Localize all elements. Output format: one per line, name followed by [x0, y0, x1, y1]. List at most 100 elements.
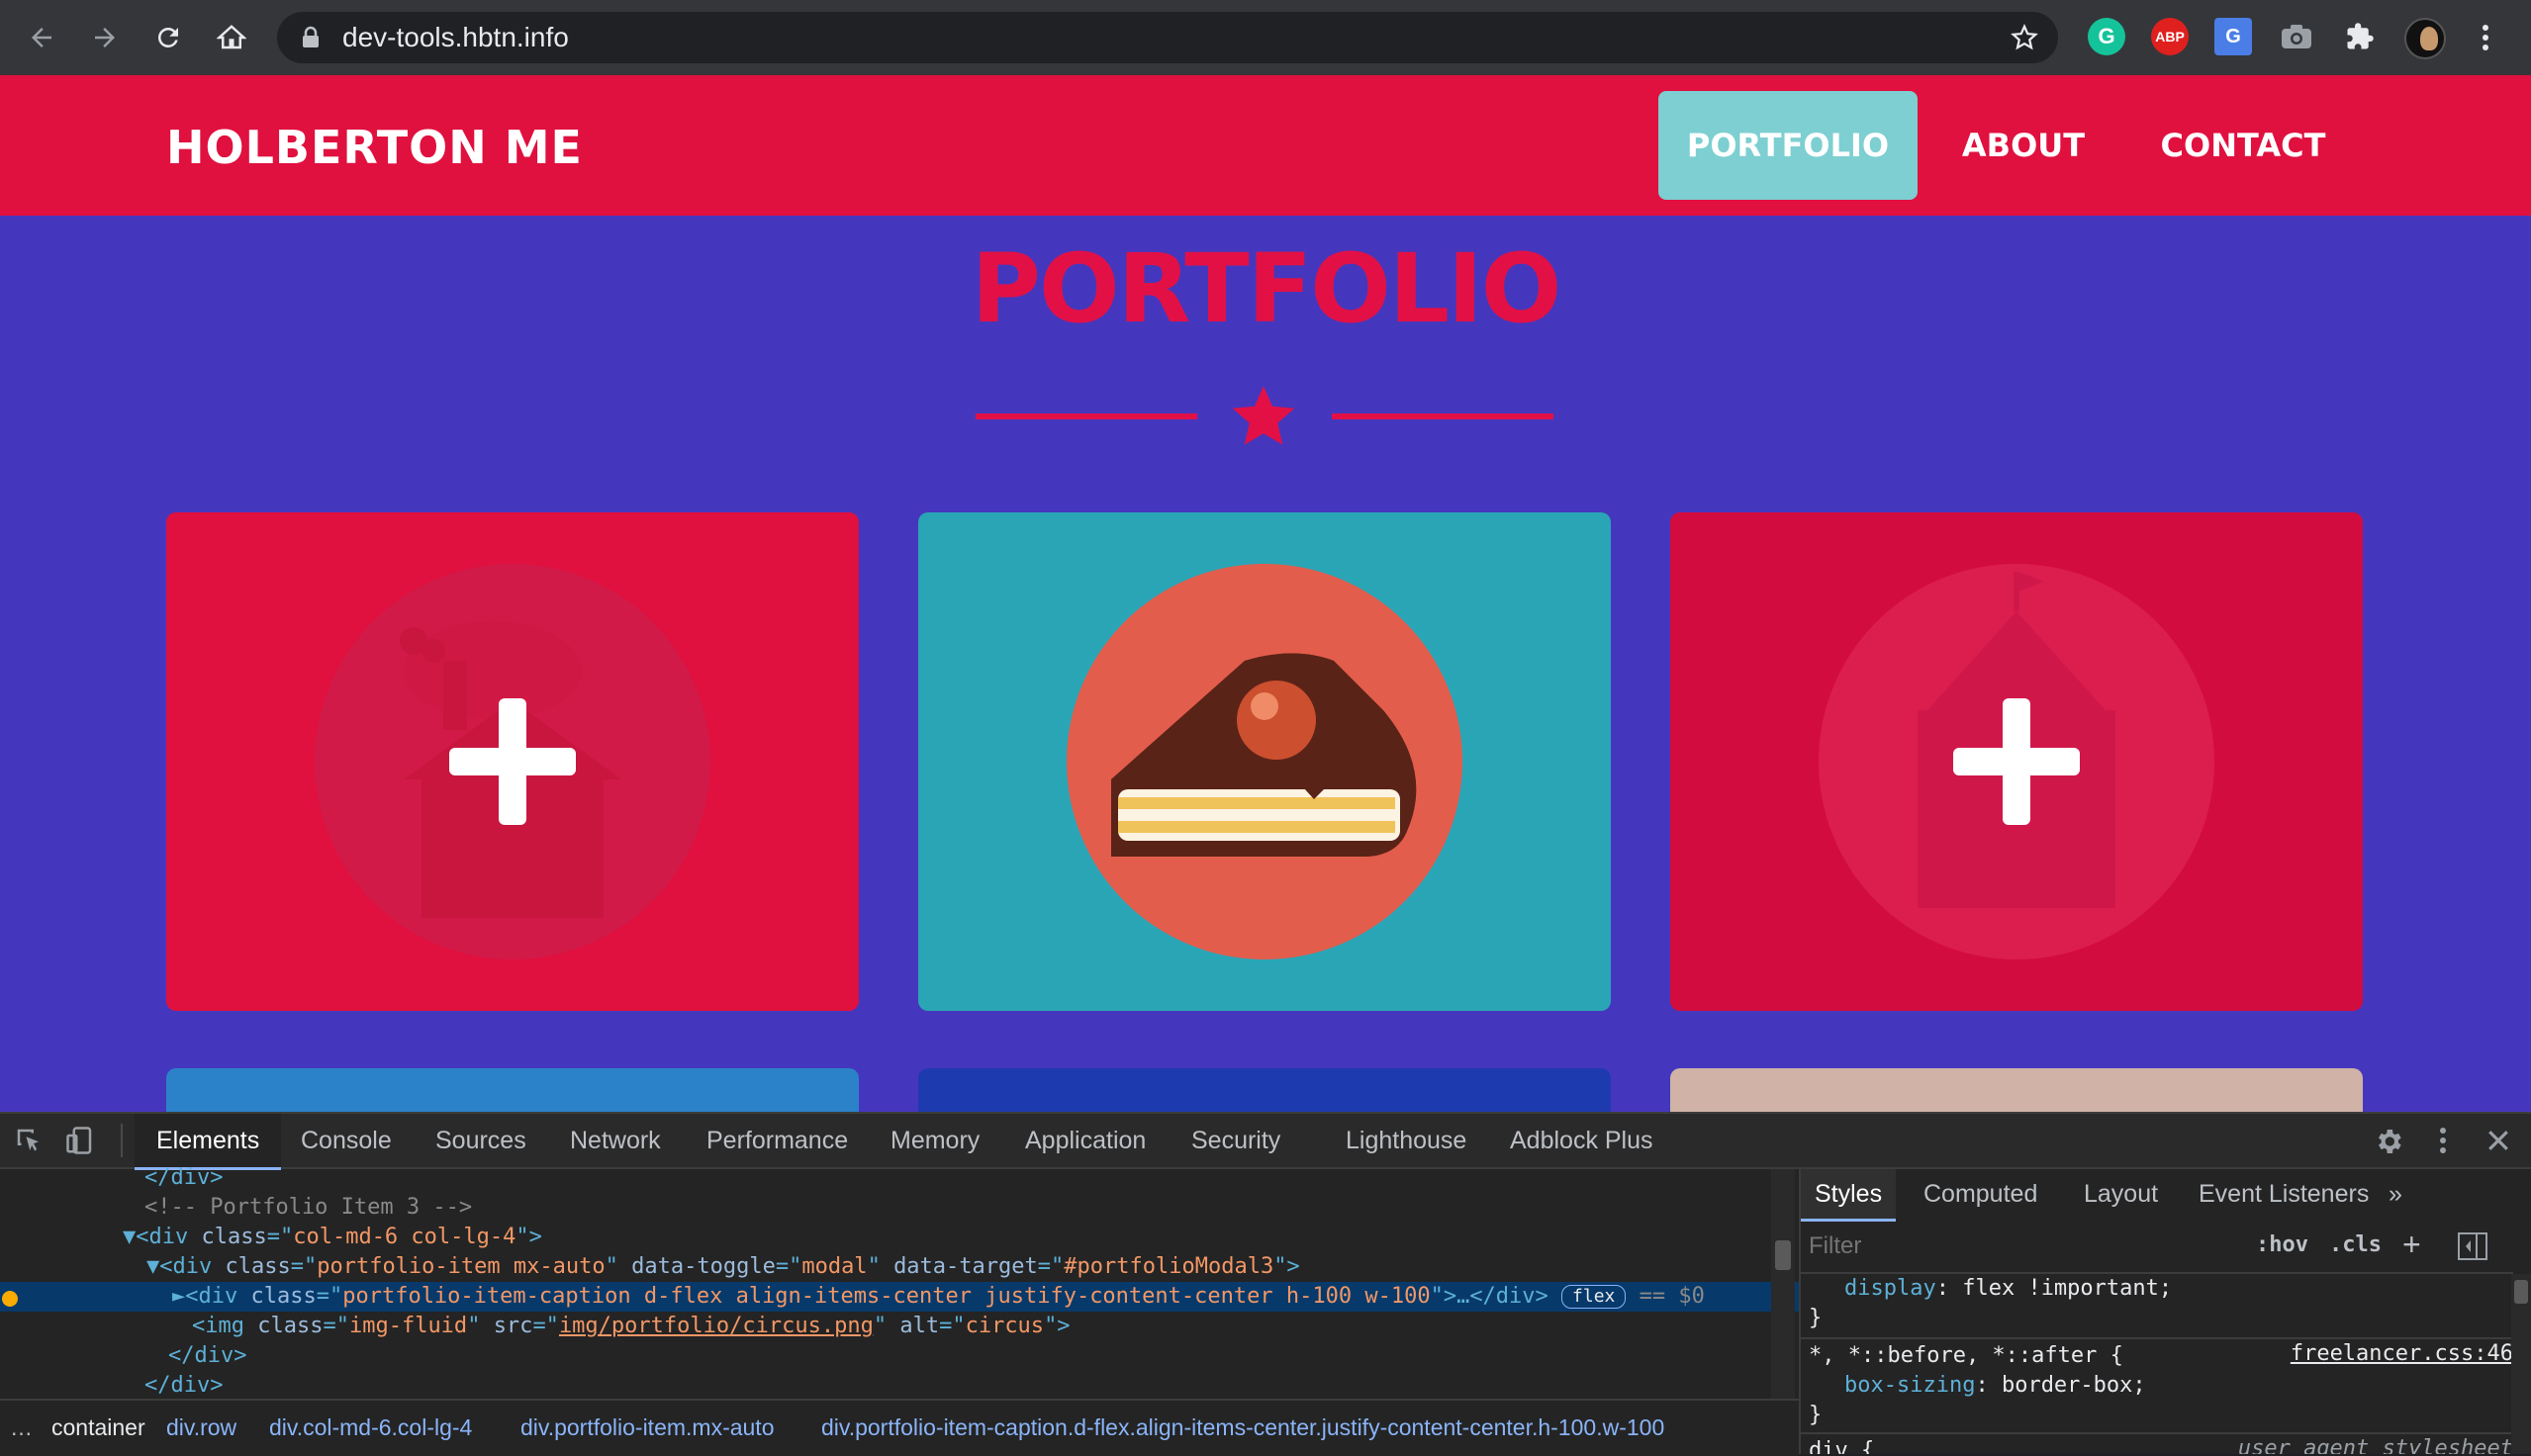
- dom-node-portfolio-item[interactable]: ▼<div class="portfolio-item mx-auto" dat…: [0, 1252, 1918, 1282]
- breadcrumb-row[interactable]: div.row: [166, 1414, 236, 1441]
- devtools-toolbar: Elements Console Sources Network Perform…: [0, 1114, 2531, 1170]
- star-icon: [1232, 386, 1295, 445]
- rule-divider: [1801, 1432, 2513, 1434]
- portfolio-item-5[interactable]: [918, 1068, 1611, 1112]
- breadcrumb-ellipsis[interactable]: …: [10, 1414, 33, 1441]
- scrollbar-thumb[interactable]: [1775, 1240, 1791, 1270]
- lock-icon: [303, 26, 319, 47]
- adblock-plus-icon[interactable]: ABP: [2151, 18, 2189, 55]
- nav-link-about[interactable]: ABOUT: [1939, 91, 2108, 200]
- tab-adblock-plus[interactable]: Adblock Plus: [1488, 1114, 1675, 1167]
- stylesheet-link[interactable]: freelancer.css:46: [2291, 1341, 2513, 1366]
- reload-button[interactable]: [146, 16, 190, 59]
- breadcrumb-caption[interactable]: div.portfolio-item-caption.d-flex.align-…: [821, 1414, 1771, 1441]
- tab-sources[interactable]: Sources: [414, 1114, 548, 1167]
- star-outline-icon: [2011, 23, 2038, 50]
- nav-link-portfolio[interactable]: PORTFOLIO: [1658, 91, 1918, 200]
- portfolio-item-circus[interactable]: [1670, 512, 2363, 1011]
- scrollbar-thumb[interactable]: [2514, 1280, 2528, 1304]
- styles-filter-input[interactable]: [1807, 1228, 2226, 1264]
- portfolio-item-4[interactable]: [166, 1068, 859, 1112]
- plus-icon: [449, 698, 576, 825]
- gear-icon[interactable]: [2373, 1126, 2404, 1162]
- more-tabs-button[interactable]: »: [2375, 1169, 2416, 1219]
- tab-event-listeners[interactable]: Event Listeners: [2185, 1169, 2383, 1219]
- nav-link-contact[interactable]: CONTACT: [2137, 91, 2349, 200]
- dom-node-img[interactable]: <img class="img-fluid" src="img/portfoli…: [0, 1312, 1963, 1341]
- tab-lighthouse[interactable]: Lighthouse: [1324, 1114, 1488, 1167]
- breadcrumb-container[interactable]: container: [51, 1414, 145, 1441]
- flex-badge[interactable]: flex: [1561, 1285, 1627, 1309]
- grammarly-icon[interactable]: G: [2088, 18, 2125, 55]
- dom-node-close[interactable]: </div>: [0, 1163, 1916, 1193]
- close-icon[interactable]: [2484, 1126, 2513, 1160]
- style-rule-box-sizing[interactable]: box-sizing: border-box;: [1801, 1371, 2531, 1401]
- devtools-panel: Elements Console Sources Network Perform…: [0, 1112, 2531, 1456]
- section-title: PORTFOLIO: [971, 233, 1562, 344]
- dom-node-close[interactable]: </div>: [0, 1341, 1939, 1371]
- google-translate-icon[interactable]: G: [2214, 18, 2252, 55]
- url-text: dev-tools.hbtn.info: [342, 22, 569, 52]
- tab-layout[interactable]: Layout: [2070, 1169, 2172, 1219]
- toggle-sidebar-icon[interactable]: [2458, 1232, 2487, 1260]
- tab-security[interactable]: Security: [1170, 1114, 1302, 1167]
- style-rule-close: }: [1809, 1306, 1823, 1330]
- scrollbar[interactable]: [1771, 1169, 1795, 1399]
- breadcrumb-col[interactable]: div.col-md-6.col-lg-4: [269, 1414, 472, 1441]
- site-navbar: HOLBERTON ME PORTFOLIO ABOUT CONTACT: [0, 75, 2531, 216]
- arrow-left-icon: [32, 28, 51, 47]
- browser-toolbar: dev-tools.hbtn.info G ABP G: [0, 0, 2531, 75]
- bookmark-button[interactable]: [2007, 20, 2042, 55]
- tab-network[interactable]: Network: [548, 1114, 683, 1167]
- camera-icon[interactable]: [2278, 18, 2315, 55]
- tab-computed[interactable]: Computed: [1910, 1169, 2051, 1219]
- reload-icon: [157, 27, 178, 47]
- user-agent-stylesheet-label: user agent stylesheet: [2237, 1436, 2513, 1454]
- forward-button[interactable]: [83, 16, 127, 59]
- add-rule-icon[interactable]: +: [2402, 1227, 2421, 1263]
- styles-pane: Styles Computed Layout Event Listeners »…: [1799, 1169, 2531, 1454]
- tab-application[interactable]: Application: [1003, 1114, 1168, 1167]
- extensions-puzzle-icon[interactable]: [2341, 18, 2379, 55]
- selected-node-marker: [2, 1291, 18, 1307]
- tab-memory[interactable]: Memory: [869, 1114, 1001, 1167]
- tab-styles[interactable]: Styles: [1801, 1169, 1897, 1222]
- more-vertical-icon[interactable]: [2438, 1126, 2448, 1160]
- style-rule-display[interactable]: display: flex !important;: [1801, 1274, 2531, 1304]
- dom-node-close[interactable]: </div>: [0, 1371, 1916, 1401]
- home-button[interactable]: [210, 16, 253, 59]
- device-toolbar-icon[interactable]: [65, 1126, 95, 1155]
- toolbar-divider: [121, 1124, 123, 1157]
- portfolio-item-cake[interactable]: [918, 512, 1611, 1011]
- hover-state-toggle[interactable]: :hov: [2256, 1232, 2308, 1257]
- back-button[interactable]: [20, 16, 63, 59]
- rule-divider: [1801, 1337, 2513, 1339]
- styles-filter-row: :hov .cls +: [1801, 1221, 2513, 1274]
- breadcrumb: … container div.row div.col-md-6.col-lg-…: [0, 1399, 1799, 1456]
- home-icon: [217, 25, 246, 49]
- tab-console[interactable]: Console: [279, 1114, 414, 1167]
- page-viewport: HOLBERTON ME PORTFOLIO ABOUT CONTACT POR…: [0, 75, 2531, 1112]
- divider-line-right: [1332, 413, 1553, 419]
- breadcrumb-portfolio-item[interactable]: div.portfolio-item.mx-auto: [520, 1414, 775, 1441]
- class-toggle[interactable]: .cls: [2329, 1232, 2382, 1257]
- divider-line-left: [976, 413, 1197, 419]
- portfolio-item-6[interactable]: [1670, 1068, 2363, 1112]
- browser-menu-button[interactable]: [2464, 16, 2507, 59]
- scrollbar[interactable]: [2511, 1274, 2531, 1454]
- tab-elements[interactable]: Elements: [135, 1114, 282, 1170]
- dom-node-selected-caption[interactable]: ►<div class="portfolio-item-caption d-fl…: [0, 1282, 1943, 1312]
- profile-avatar[interactable]: [2404, 18, 2446, 59]
- dom-comment[interactable]: <!-- Portfolio Item 3 -->: [0, 1193, 1916, 1223]
- site-brand[interactable]: HOLBERTON ME: [166, 121, 583, 174]
- style-rule-close: }: [1809, 1403, 1823, 1427]
- portfolio-item-cabin[interactable]: [166, 512, 859, 1011]
- more-vertical-icon: [2483, 25, 2488, 50]
- plus-icon: [1953, 698, 2080, 825]
- tab-performance[interactable]: Performance: [685, 1114, 870, 1167]
- cake-image: [1067, 564, 1462, 959]
- address-bar[interactable]: dev-tools.hbtn.info: [277, 12, 2058, 63]
- dom-node-col[interactable]: ▼<div class="col-md-6 col-lg-4">: [0, 1223, 1894, 1252]
- arrow-right-icon: [95, 28, 115, 47]
- inspect-element-icon[interactable]: [14, 1126, 44, 1155]
